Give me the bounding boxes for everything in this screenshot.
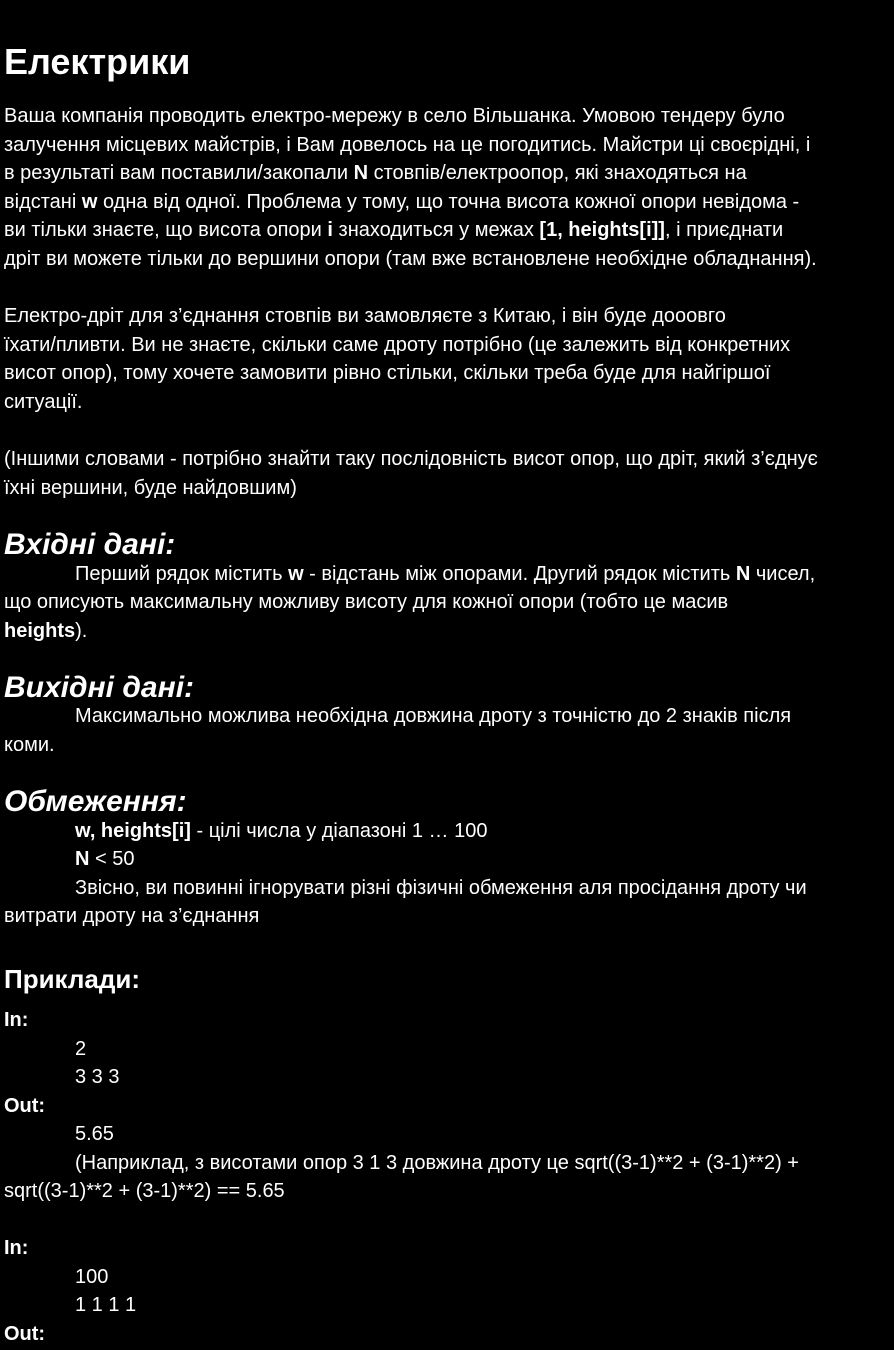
text-run: ). [75,620,88,642]
example-out-label: Out: [4,1095,46,1117]
intro-line: Електро-дріт для з’єднання стовпів ви за… [4,305,726,327]
intro-line: їхні вершини, буде найдовшим) [4,477,297,499]
page-title: Електрики [4,41,191,82]
text-run: стовпів/електроопор, які знаходяться на [368,162,747,184]
text-run: відстані [4,191,82,213]
output-heading: Вихідні дані: [4,671,195,704]
examples-heading: Приклади: [4,964,141,994]
constraint-line: витрати дроту на з’єднання [4,905,260,927]
output-line: коми. [4,734,55,756]
intro-line: їхати/пливти. Ви не знаєте, скільки саме… [4,334,791,356]
var-w: w [288,563,304,585]
constraint-line: w, heights[i] - цілі числа у діапазоні 1… [75,817,487,845]
intro-line: відстані w одна від одної. Проблема у то… [4,188,799,216]
input-heading: Вхідні дані: [4,528,176,561]
var-list: w, heights[i] [75,820,191,842]
example-note-line: sqrt((3-1)**2 + (3-1)**2) == 5.65 [4,1180,285,1202]
constraint-line: N < 50 [75,845,135,873]
example-input-line: 100 [75,1266,109,1288]
intro-line: дріт ви можете тільки до вершини опори (… [4,248,817,270]
intro-line: залучення місцевих майстрів, і Вам довел… [4,134,811,156]
text-run: < 50 [89,848,135,870]
example-note-line: (Наприклад, з висотами опор 3 1 3 довжин… [75,1152,799,1174]
text-run: - відстань між опорами. Другий рядок міс… [303,563,736,585]
text-run: одна від одної. Проблема у тому, що точн… [97,191,800,213]
var-n: N [75,848,90,870]
var-n: N [735,563,751,585]
problem-statement: Електрики Ваша компанія проводить електр… [0,0,894,1350]
var-w: w [81,191,98,213]
constraint-line: Звісно, ви повинні ігнорувати різні фізи… [75,877,807,899]
intro-line: ви тільки знаєте, що висота опори i знах… [4,216,783,244]
example-input-line: 3 3 3 [75,1066,120,1088]
text-run: - цілі числа у діапазоні 1 … 100 [190,820,488,842]
output-line: Максимально можлива необхідна довжина др… [75,705,792,727]
example-in-label: In: [4,1009,29,1031]
intro-line: (Іншими словами - потрібно знайти таку п… [4,448,818,470]
intro-line: в результаті вам поставили/закопали N ст… [4,159,747,187]
intro-line: Ваша компанія проводить електро-мережу в… [4,105,785,127]
example-input-line: 1 1 1 1 [75,1294,137,1316]
input-line: що описують максимальну можливу висоту д… [4,591,729,613]
range-expression: [1, heights[i]] [539,219,665,241]
var-heights: heights [4,620,76,642]
example-in-label: In: [4,1237,29,1259]
example-output-line: 5.65 [75,1123,114,1145]
text-run: в результаті вам поставили/закопали [4,162,354,184]
intro-line: ситуації. [4,391,83,413]
example-out-label: Out: [4,1323,46,1345]
intro-line: висот опор), тому хочете замовити рівно … [4,362,771,384]
var-n: N [353,162,369,184]
example-input-line: 2 [75,1038,87,1060]
text-run: чисел, [750,563,816,585]
text-run: знаходиться у межах [332,219,540,241]
text-run: Перший рядок містить [75,563,289,585]
text-run: , і приєднати [664,219,784,241]
input-line: heights). [4,617,87,645]
constraints-heading: Обмеження: [4,785,187,818]
text-run: ви тільки знаєте, що висота опори [4,219,328,241]
input-line: Перший рядок містить w - відстань між оп… [75,560,815,588]
